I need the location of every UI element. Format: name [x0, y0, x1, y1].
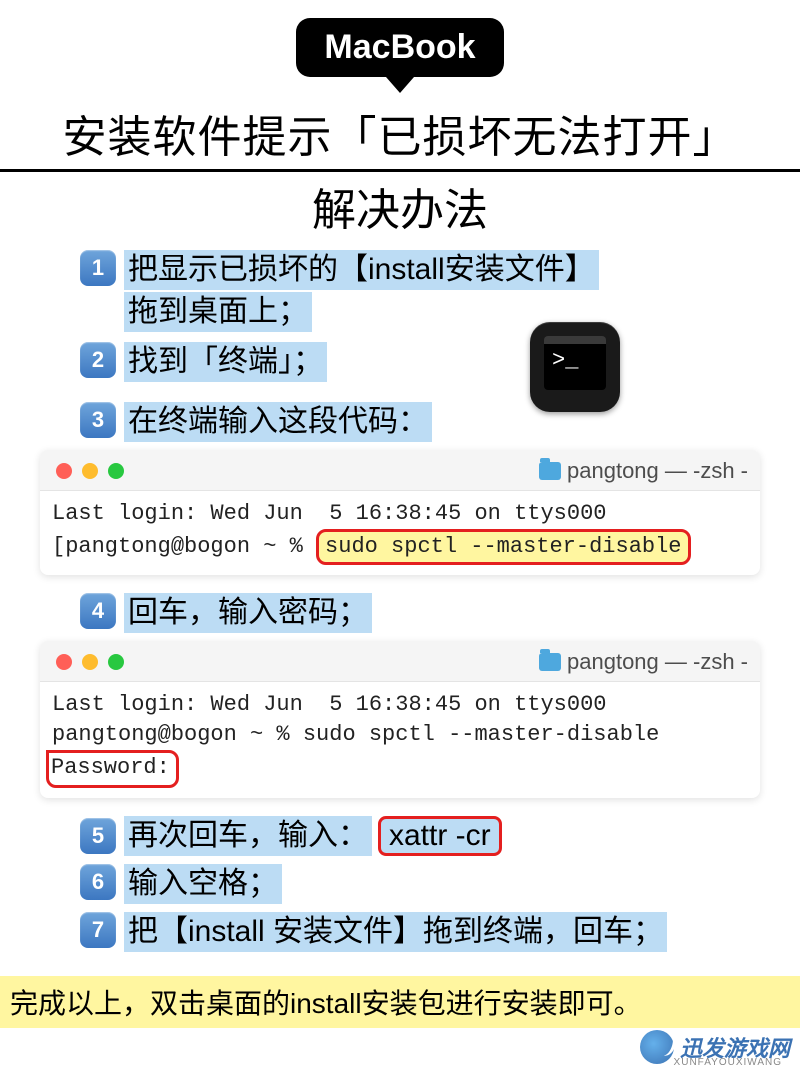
terminal-prev-command: pangtong@bogon ~ % sudo spctl --master-d…: [52, 722, 659, 747]
step-7-text: 把【install 安装文件】拖到终端，回车；: [124, 912, 667, 952]
step-2: 2 找到「终端」；: [80, 342, 740, 382]
step-1-text-b: 拖到桌面上；: [124, 292, 312, 332]
step-6-text: 输入空格；: [124, 864, 282, 904]
step-2-text: 找到「终端」；: [124, 342, 327, 382]
terminal-body[interactable]: Last login: Wed Jun 5 16:38:45 on ttys00…: [40, 682, 760, 798]
headline-solution: 解决办法: [0, 174, 800, 238]
terminal-window-2: pangtong — -zsh - Last login: Wed Jun 5 …: [40, 641, 760, 798]
step-number-1: 1: [80, 250, 116, 286]
terminal-title: pangtong — -zsh -: [567, 649, 748, 675]
divider: [0, 169, 800, 172]
step-1-text-a: 把显示已损坏的【install安装文件】: [124, 250, 599, 290]
headline-problem: 安装软件提示「已损坏无法打开」: [0, 101, 800, 165]
terminal-last-login: Last login: Wed Jun 5 16:38:45 on ttys00…: [52, 692, 607, 717]
step-4-text: 回车，输入密码；: [124, 593, 372, 633]
step-6: 6 输入空格；: [80, 864, 740, 904]
step-number-2: 2: [80, 342, 116, 378]
close-icon[interactable]: [56, 463, 72, 479]
macbook-badge: MacBook: [296, 18, 503, 77]
terminal-window-1: pangtong — -zsh - Last login: Wed Jun 5 …: [40, 450, 760, 575]
footer-note: 完成以上，双击桌面的install安装包进行安装即可。: [0, 976, 800, 1028]
xattr-command-highlight: xattr -cr: [378, 816, 502, 856]
step-number-3: 3: [80, 402, 116, 438]
step-number-5: 5: [80, 818, 116, 854]
maximize-icon[interactable]: [108, 463, 124, 479]
minimize-icon[interactable]: [82, 463, 98, 479]
terminal-command-highlight: sudo spctl --master-disable: [316, 529, 690, 565]
terminal-last-login: Last login: Wed Jun 5 16:38:45 on ttys00…: [52, 501, 607, 526]
folder-icon: [539, 653, 561, 671]
terminal-titlebar: pangtong — -zsh -: [40, 450, 760, 491]
step-number-4: 4: [80, 593, 116, 629]
step-7: 7 把【install 安装文件】拖到终端，回车；: [80, 912, 740, 952]
step-1: 1 把显示已损坏的【install安装文件】: [80, 250, 740, 290]
terminal-title: pangtong — -zsh -: [567, 458, 748, 484]
step-3: 3 在终端输入这段代码：: [80, 402, 740, 442]
maximize-icon[interactable]: [108, 654, 124, 670]
watermark-sub: XUNFAYOUXIWANG: [674, 1057, 782, 1068]
terminal-body[interactable]: Last login: Wed Jun 5 16:38:45 on ttys00…: [40, 491, 760, 575]
terminal-prompt: [pangtong@bogon ~ %: [52, 534, 316, 559]
step-4: 4 回车，输入密码；: [80, 593, 740, 633]
terminal-app-icon: [530, 322, 620, 412]
terminal-password-highlight: Password:: [46, 750, 179, 788]
step-3-text: 在终端输入这段代码：: [124, 402, 432, 442]
watermark-logo-icon: [640, 1030, 674, 1064]
step-number-7: 7: [80, 912, 116, 948]
step-number-6: 6: [80, 864, 116, 900]
minimize-icon[interactable]: [82, 654, 98, 670]
step-1b: 拖到桌面上；: [80, 292, 740, 332]
terminal-titlebar: pangtong — -zsh -: [40, 641, 760, 682]
step-5-text: 再次回车，输入：: [124, 816, 372, 856]
step-5: 5 再次回车，输入： xattr -cr: [80, 816, 740, 856]
folder-icon: [539, 462, 561, 480]
close-icon[interactable]: [56, 654, 72, 670]
